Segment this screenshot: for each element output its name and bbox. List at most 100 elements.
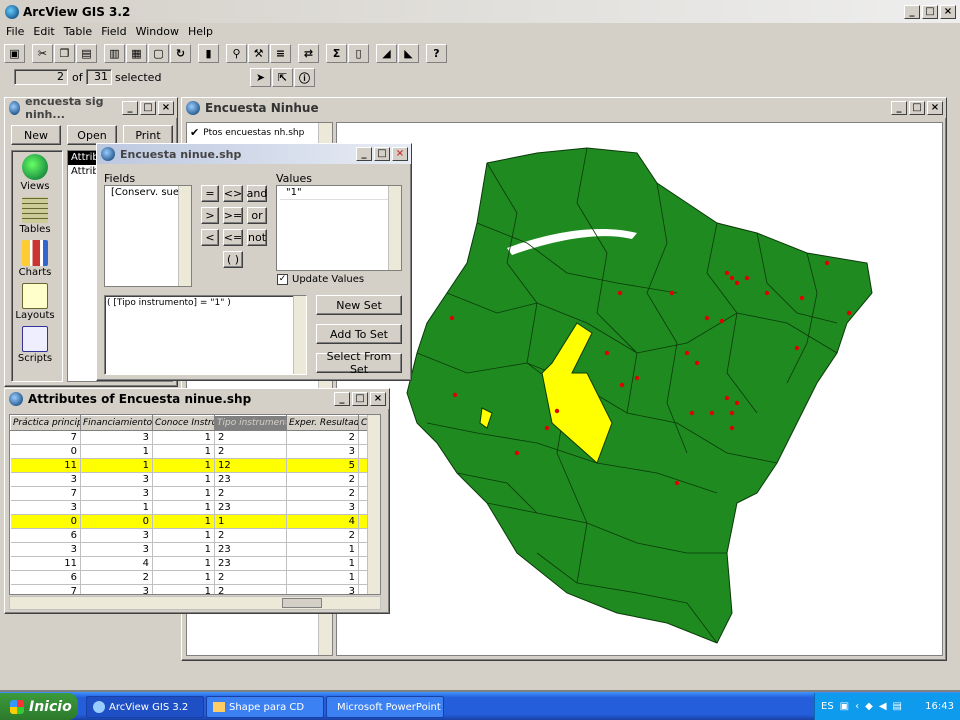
table-cell[interactable]: 1 (152, 514, 215, 529)
menu-edit[interactable]: Edit (33, 25, 54, 41)
value-item[interactable]: "1" (280, 186, 401, 200)
equals-button[interactable]: = (201, 185, 219, 202)
table-cell[interactable]: 1 (286, 556, 359, 571)
table-cell[interactable]: 3 (80, 472, 153, 487)
values-scrollbar[interactable] (388, 186, 401, 270)
table-cell[interactable]: 1 (152, 500, 215, 515)
table-cell[interactable]: 1 (286, 542, 359, 557)
table-cell[interactable]: 23 (214, 556, 287, 571)
table-row[interactable]: 00114 (10, 514, 380, 529)
update-values-checkbox[interactable]: ✓ (277, 274, 288, 285)
table-cell[interactable]: 1 (286, 570, 359, 585)
shield-icon[interactable]: ◆ (865, 701, 873, 712)
pointer-tool-icon[interactable]: ➤ (250, 68, 271, 87)
table-cell[interactable]: 3 (286, 584, 359, 594)
table-cell[interactable]: 3 (80, 528, 153, 543)
table-cell[interactable]: 2 (286, 472, 359, 487)
expression-input[interactable]: ( [Tipo instrumento] = "1" ) (104, 295, 307, 375)
table-cell[interactable]: 1 (80, 458, 153, 473)
map-canvas[interactable] (336, 122, 943, 656)
table-cell[interactable]: 3 (10, 542, 81, 557)
table-cell[interactable]: 2 (80, 570, 153, 585)
table-cell[interactable]: 1 (152, 542, 215, 557)
table-row[interactable]: 11 1 1 12 5 (10, 458, 380, 473)
identify-tool-icon[interactable]: ⓘ (294, 68, 315, 87)
table-cell[interactable]: 0 (10, 514, 81, 529)
copy-icon[interactable]: ❐ (54, 44, 75, 63)
table-cell[interactable]: 2 (214, 444, 287, 459)
menu-help[interactable]: Help (188, 25, 213, 41)
fields-scrollbar[interactable] (178, 186, 191, 286)
values-list[interactable]: "1""12""2""23" (276, 185, 402, 271)
table-cell[interactable]: 1 (80, 444, 153, 459)
table-cell[interactable]: 1 (80, 500, 153, 515)
menu-window[interactable]: Window (136, 25, 179, 41)
column-header[interactable]: Tipo instrumento (214, 415, 287, 431)
greater-button[interactable]: > (201, 207, 219, 224)
table-cell[interactable]: 1 (214, 514, 287, 529)
expression-scrollbar[interactable] (293, 296, 306, 374)
grid-horizontal-scrollbar[interactable] (9, 596, 381, 610)
table-cell[interactable]: 2 (214, 570, 287, 585)
table-cell[interactable]: 3 (10, 500, 81, 515)
cut-icon[interactable]: ✂ (32, 44, 53, 63)
tray-icon[interactable]: ▣ (840, 701, 849, 712)
table-cell[interactable]: 6 (10, 570, 81, 585)
select-from-set-button[interactable]: Select From Set (316, 350, 402, 376)
table-row[interactable]: 63122 (10, 528, 380, 543)
and-button[interactable]: and (247, 185, 267, 202)
menu-field[interactable]: Field (101, 25, 126, 41)
view-close-icon[interactable]: × (927, 101, 943, 115)
taskbar-item-arcview[interactable]: ArcView GIS 3.2 (86, 696, 204, 718)
table-cell[interactable]: 12 (214, 458, 287, 473)
summarize-icon[interactable]: Σ (326, 44, 347, 63)
table-cell[interactable]: 4 (80, 556, 153, 571)
find-icon[interactable]: ⚲ (226, 44, 247, 63)
chart-icon[interactable]: ▮ (198, 44, 219, 63)
table-cell[interactable]: 2 (286, 528, 359, 543)
add-to-set-button[interactable]: Add To Set (316, 324, 402, 344)
sort-descending-icon[interactable]: ◣ (398, 44, 419, 63)
language-indicator[interactable]: ES (821, 701, 834, 712)
less-button[interactable]: < (201, 229, 219, 246)
update-values-option[interactable]: ✓ Update Values (277, 274, 364, 285)
table-cell[interactable]: 2 (286, 486, 359, 501)
table-cell[interactable]: 2 (214, 584, 287, 594)
table-cell[interactable]: 0 (80, 514, 153, 529)
table-cell[interactable]: 23 (214, 472, 287, 487)
help-icon[interactable]: ? (426, 44, 447, 63)
table-row[interactable]: 01123 (10, 444, 380, 459)
table-close-icon[interactable]: × (370, 392, 386, 406)
select-none-icon[interactable]: ▢ (148, 44, 169, 63)
volume-icon[interactable]: ◀ (879, 701, 887, 712)
table-cell[interactable]: 3 (80, 584, 153, 594)
table-row[interactable]: 11 4 1 23 1 (10, 556, 380, 571)
table-cell[interactable]: 1 (152, 486, 215, 501)
table-cell[interactable]: 11 (10, 458, 81, 473)
taskbar-item-powerpoint[interactable]: Microsoft PowerPoint ... (326, 696, 444, 718)
not-button[interactable]: not (247, 229, 267, 246)
layer-name[interactable]: Ptos encuestas nh.shp (203, 128, 304, 138)
column-header[interactable]: Exper. Resultados (286, 415, 359, 431)
table-row[interactable]: 3 3 1 23 2 (10, 472, 380, 487)
calculate-icon[interactable]: ▯ (348, 44, 369, 63)
table-cell[interactable]: 1 (152, 556, 215, 571)
new-set-button[interactable]: New Set (316, 295, 402, 315)
table-cell[interactable]: 2 (214, 486, 287, 501)
promote-icon[interactable]: ≡ (270, 44, 291, 63)
table-cell[interactable]: 1 (152, 570, 215, 585)
table-cell[interactable]: 7 (10, 430, 81, 445)
tables-item[interactable]: Tables (12, 197, 58, 235)
table-cell[interactable]: 1 (152, 430, 215, 445)
save-icon[interactable]: ▣ (4, 44, 25, 63)
select-all-icon[interactable]: ▦ (126, 44, 147, 63)
refresh-icon[interactable]: ↻ (170, 44, 191, 63)
table-cell[interactable]: 0 (10, 444, 81, 459)
new-button[interactable]: New (11, 125, 61, 145)
fields-list[interactable]: [Conserv. suelos][Práctica principal][Fi… (104, 185, 192, 287)
minimize-icon[interactable]: _ (904, 4, 920, 19)
table-cell[interactable]: 3 (286, 444, 359, 459)
tray-expand-icon[interactable]: ‹ (855, 701, 859, 712)
project-minimize-icon[interactable]: _ (122, 101, 138, 115)
greater-equals-button[interactable]: >= (223, 207, 243, 224)
